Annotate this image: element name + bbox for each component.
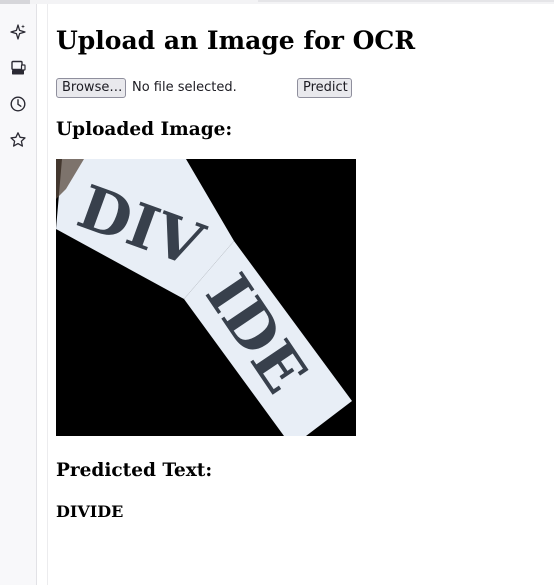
uploaded-image-heading: Uploaded Image:: [56, 119, 233, 140]
file-status-text: No file selected.: [132, 80, 237, 95]
ocr-word-image: DIV IDE: [56, 159, 356, 436]
tab-divider: [258, 0, 554, 2]
page-title: Upload an Image for OCR: [56, 26, 416, 55]
synced-tabs-icon[interactable]: [9, 59, 27, 77]
sparkle-icon[interactable]: [9, 23, 27, 41]
browse-button[interactable]: Browse…: [56, 78, 126, 98]
bookmark-star-icon[interactable]: [9, 131, 27, 149]
predict-button[interactable]: Predict: [297, 78, 352, 98]
browser-sidebar: [0, 4, 37, 585]
predicted-text-heading: Predicted Text:: [56, 460, 213, 481]
uploaded-image: DIV IDE: [56, 159, 356, 436]
page-content: Upload an Image for OCR Browse… No file …: [47, 4, 554, 585]
history-icon[interactable]: [9, 95, 27, 113]
file-upload-row: Browse… No file selected. Predict: [56, 78, 356, 100]
predicted-text-value: DIVIDE: [56, 502, 124, 521]
